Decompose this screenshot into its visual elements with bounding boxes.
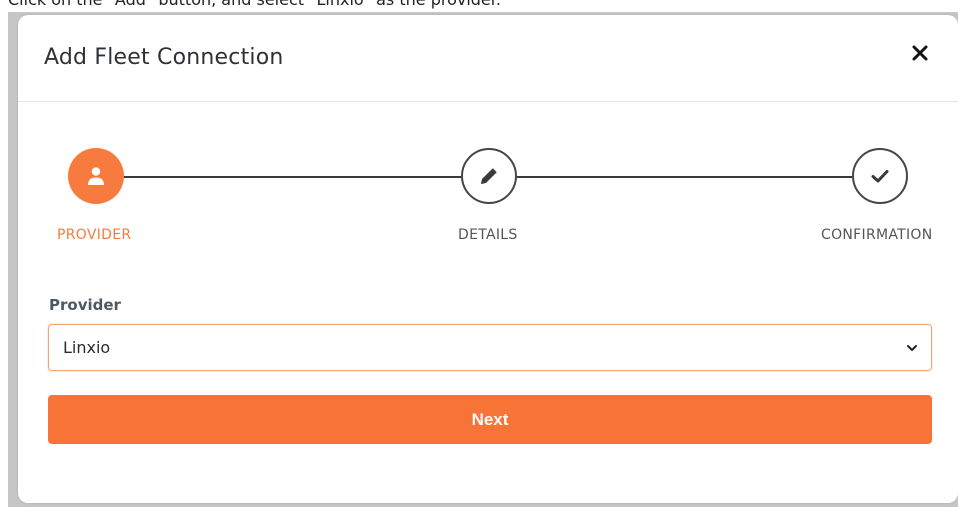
add-fleet-connection-modal: Add Fleet Connection PROVIDER DETAILS CO… bbox=[18, 15, 958, 503]
chevron-down-icon bbox=[907, 345, 917, 351]
step-provider-circle[interactable] bbox=[68, 148, 124, 204]
step-details-circle[interactable] bbox=[461, 148, 517, 204]
step-connector-2 bbox=[517, 176, 852, 178]
step-provider-label: PROVIDER bbox=[57, 227, 132, 243]
provider-select[interactable]: Linxio bbox=[48, 324, 932, 371]
step-confirmation-circle[interactable] bbox=[852, 148, 908, 204]
stepper: PROVIDER DETAILS CONFIRMATION bbox=[18, 15, 958, 255]
pencil-icon bbox=[481, 168, 497, 184]
step-details-label: DETAILS bbox=[458, 227, 518, 243]
check-icon bbox=[871, 170, 889, 183]
provider-label: Provider bbox=[49, 296, 121, 314]
next-button[interactable]: Next bbox=[48, 395, 932, 444]
instruction-text: Click on the "Add" button, and select "L… bbox=[8, 0, 501, 9]
provider-select-value: Linxio bbox=[63, 338, 111, 357]
step-confirmation-label: CONFIRMATION bbox=[821, 227, 933, 243]
user-icon bbox=[88, 167, 104, 185]
step-connector-1 bbox=[124, 176, 462, 178]
